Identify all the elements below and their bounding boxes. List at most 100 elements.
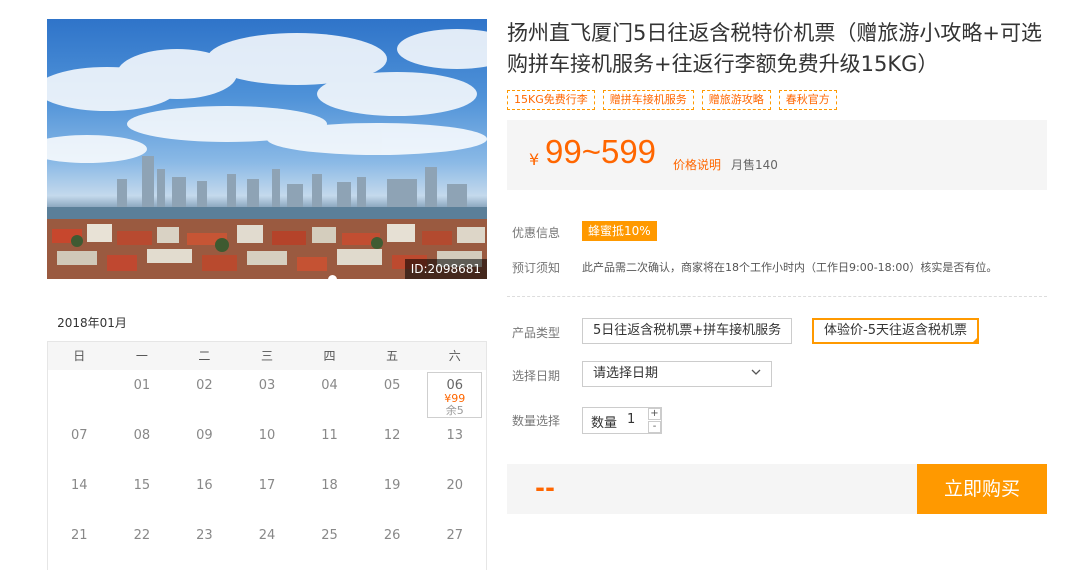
calendar-day: 23	[173, 520, 236, 570]
calendar-day-number: 25	[321, 528, 338, 543]
weekday-label: 四	[323, 349, 336, 363]
calendar-day-number: 24	[258, 528, 276, 543]
calendar-day-number: 03	[258, 378, 276, 393]
calendar-day-number: 08	[133, 428, 151, 443]
calendar-day-number: 04	[321, 378, 338, 393]
product-tags: 15KG免费行李 赠拼车接机服务 赠旅游攻略 春秋官方	[507, 90, 837, 110]
calendar-empty-cell	[48, 370, 111, 420]
date-label: 选择日期	[512, 369, 561, 383]
calendar-day: 27	[423, 520, 486, 570]
city-skyline-illustration	[47, 29, 487, 279]
weekday-label: 日	[73, 349, 86, 363]
notice-label: 预订须知	[512, 261, 561, 275]
calendar-day-number: 09	[196, 428, 213, 443]
calendar-day-number: 26	[383, 528, 401, 543]
price-box: ¥ 99~599 价格说明 月售140	[507, 120, 1047, 190]
calendar-days: 01 02 03 04 05 06 ¥99 余5 07 08 09 10 11 12 13 14 15 16 17 1…	[48, 370, 486, 570]
product-type-option-2[interactable]: 体验价-5天往返含税机票	[812, 318, 979, 344]
quantity-plus-button[interactable]: +	[648, 408, 661, 420]
chevron-down-icon	[751, 369, 761, 375]
calendar-day-number: 07	[71, 428, 88, 443]
weekday-label: 三	[260, 349, 273, 363]
calendar-weekday-header: 日一二三四五六	[48, 342, 486, 370]
calendar-day-number: 20	[446, 478, 463, 493]
product-type-option-1[interactable]: 5日往返含税机票+拼车接机服务	[582, 318, 793, 344]
selected-check-icon	[970, 336, 979, 344]
calendar-day: 26	[361, 520, 424, 570]
calendar-day-number: 19	[383, 478, 401, 493]
buy-now-button[interactable]: 立即购买	[917, 464, 1047, 514]
calendar-day: 05	[361, 370, 424, 420]
product-type-option-2-label: 体验价-5天往返含税机票	[824, 323, 967, 338]
discount-badge: 蜂蜜抵10%	[582, 221, 657, 241]
product-tag: 赠旅游攻略	[701, 90, 771, 110]
discount-label: 优惠信息	[512, 226, 561, 240]
calendar-day: 25	[298, 520, 361, 570]
quantity-minus-button[interactable]: -	[648, 421, 661, 433]
calendar-day-number: 15	[133, 478, 151, 493]
product-title: 扬州直飞厦门5日往返含税特价机票（赠旅游小攻略+可选购拼车接机服务+往返行李额免…	[507, 21, 1042, 76]
calendar-day: 01	[111, 370, 174, 420]
calendar-day-number: 02	[196, 378, 213, 393]
total-price: --	[535, 474, 555, 502]
calendar-day-number: 14	[71, 478, 88, 493]
notice-text: 此产品需二次确认，商家将在18个工作小时内（工作日9:00-18:00）核实是否…	[582, 261, 998, 274]
calendar-day-number: 17	[258, 478, 276, 493]
calendar-day: 19	[361, 470, 424, 520]
calendar-day: 12	[361, 420, 424, 470]
calendar-day: 10	[236, 420, 299, 470]
product-image[interactable]: ID:2098681	[47, 19, 487, 279]
image-id-label: ID:2098681	[404, 259, 487, 279]
calendar-day-stock: 余5	[445, 404, 464, 417]
calendar-day: 09	[173, 420, 236, 470]
calendar-day: 22	[111, 520, 174, 570]
calendar-day-number: 05	[383, 378, 401, 393]
quantity-stepper: 数量 1 + -	[582, 407, 662, 434]
calendar-day: 24	[236, 520, 299, 570]
calendar-day: 15	[111, 470, 174, 520]
date-select[interactable]: 请选择日期	[582, 361, 772, 387]
calendar-day: 20	[423, 470, 486, 520]
calendar-day-number: 27	[446, 528, 463, 543]
calendar-day: 14	[48, 470, 111, 520]
calendar-day: 07	[48, 420, 111, 470]
weekday-label: 六	[448, 349, 461, 363]
calendar-day: 17	[236, 470, 299, 520]
calendar-day-number: 22	[133, 528, 151, 543]
product-type-label: 产品类型	[512, 326, 561, 340]
monthly-sales: 月售140	[731, 158, 778, 172]
calendar-day: 02	[173, 370, 236, 420]
weekday-label: 一	[135, 349, 148, 363]
calendar-day: 04	[298, 370, 361, 420]
quantity-inner-label: 数量	[591, 416, 618, 431]
calendar-day: 03	[236, 370, 299, 420]
calendar-day[interactable]: 06 ¥99 余5	[427, 372, 482, 418]
product-tag: 春秋官方	[778, 90, 837, 110]
carousel-dot[interactable]	[328, 275, 337, 279]
calendar-day: 11	[298, 420, 361, 470]
calendar-day: 08	[111, 420, 174, 470]
quantity-value[interactable]: 1	[627, 412, 635, 427]
product-tag: 赠拼车接机服务	[602, 90, 694, 110]
calendar: 日 一 二 三 四 五 六 01 02 03 04 05 06 ¥99 余5 07 08 09 10 11 12 13 1…	[47, 342, 487, 570]
calendar-day-number: 12	[383, 428, 401, 443]
calendar-day-number: 11	[321, 428, 338, 443]
calendar-day-number: 13	[446, 428, 463, 443]
price-explain-link[interactable]: 价格说明	[673, 156, 721, 173]
calendar-day-number: 23	[196, 528, 213, 543]
calendar-day: 16	[173, 470, 236, 520]
calendar-month-tab[interactable]: 2018年01月	[47, 314, 137, 344]
price-range: 99~599	[545, 133, 657, 170]
calendar-day-number: 10	[258, 428, 276, 443]
calendar-day-number: 21	[71, 528, 88, 543]
calendar-day: 21	[48, 520, 111, 570]
calendar-day-number: 01	[133, 378, 151, 393]
weekday-label: 二	[198, 349, 211, 363]
calendar-day-number: 16	[196, 478, 213, 493]
date-select-value: 请选择日期	[593, 366, 659, 381]
calendar-day-number: 18	[321, 478, 338, 493]
calendar-day: 18	[298, 470, 361, 520]
calendar-day-number: 06	[446, 378, 463, 393]
quantity-label: 数量选择	[512, 414, 561, 428]
product-tag: 15KG免费行李	[507, 90, 595, 110]
